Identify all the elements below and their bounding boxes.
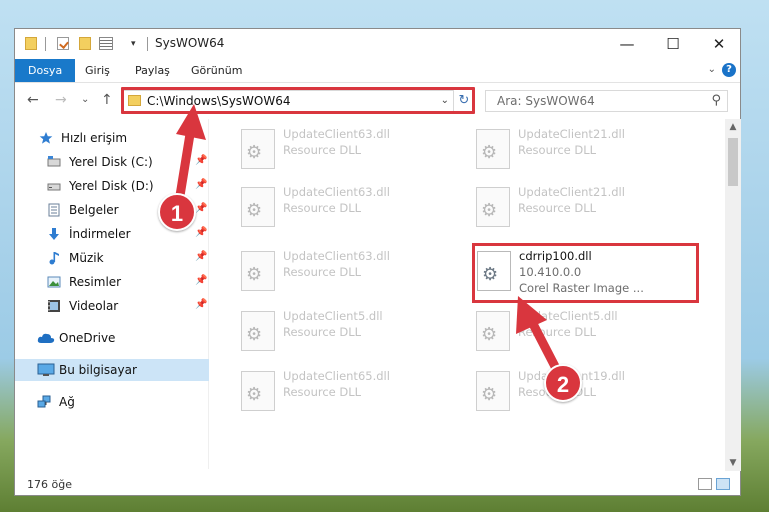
step-badge-2: 2 [544,364,582,402]
annotation-arrows [173,104,567,385]
step-badge-1: 1 [158,193,196,231]
